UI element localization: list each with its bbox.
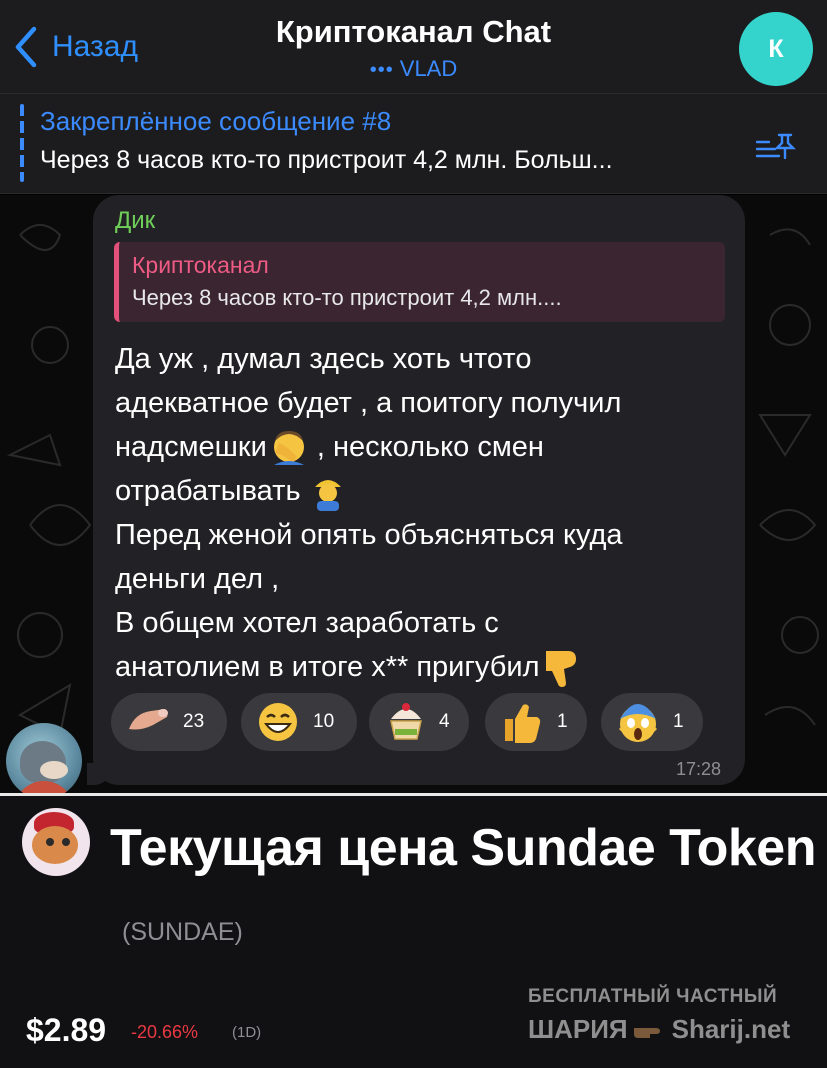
reply-author: Криптоканал: [132, 252, 269, 278]
logo-face: [32, 826, 78, 864]
message-text: Да уж , думал здесь хоть чтото адекватно…: [115, 337, 725, 689]
message-line: адекватное будет , а поитогу получил: [115, 387, 622, 419]
pinned-list-icon[interactable]: [755, 132, 797, 162]
message-line: отрабатывать: [115, 469, 725, 513]
message-bubble[interactable]: Дик Криптоканал Через 8 часов кто-то при…: [87, 195, 745, 785]
message-line: надсмешки , несколько смен: [115, 425, 725, 469]
token-ticker: (SUNDAE): [122, 918, 243, 946]
watermark-line1: БЕСПЛАТНЫЙ ЧАСТНЫЙ: [528, 986, 778, 1007]
pinned-title: Закреплённое сообщение #8: [40, 106, 392, 136]
logo-eye: [46, 838, 54, 846]
avatar-wolf-shirt: [14, 781, 74, 793]
thumbs-down-emoji-icon: [545, 651, 576, 688]
bubble-tail: [87, 763, 109, 785]
price-change: -20.66%: [131, 1022, 199, 1042]
message-line-part: надсмешки: [115, 431, 267, 463]
reaction-count: 1: [673, 711, 684, 732]
reaction-count: 10: [313, 711, 335, 732]
avatar-letter: К: [768, 34, 784, 63]
message-line: Да уж , думал здесь хоть чтото: [115, 343, 532, 375]
chat-avatar[interactable]: К: [739, 12, 813, 86]
chat-header: Назад Криптоканал Chat ••• VLAD К: [0, 0, 827, 94]
message-line-part: , несколько смен: [308, 431, 544, 463]
token-price-panel: Текущая цена Sundae Token (SUNDAE) $2.89…: [0, 796, 827, 1068]
reaction-chip[interactable]: 1: [601, 693, 703, 751]
message-line: Перед женой опять объясняться куда: [115, 519, 623, 551]
finger-emoji-icon: [129, 709, 168, 730]
chevron-left-icon: [15, 26, 37, 68]
message-line-part: анатолием в итоге х** пригубил: [115, 651, 540, 683]
reaction-chip[interactable]: 1: [485, 693, 587, 751]
reaction-chip[interactable]: 4: [369, 693, 469, 751]
ice-cream-sundae-emoji-icon: [390, 703, 422, 740]
facepalm-emoji-icon: [273, 431, 304, 466]
watermark-name: ШАРИЯ: [528, 1014, 628, 1044]
message-sender-name[interactable]: Дик: [115, 207, 155, 235]
price-title: Текущая цена Sundae Token: [110, 819, 816, 877]
sender-avatar[interactable]: [6, 723, 82, 793]
reply-quote[interactable]: Криптоканал Через 8 часов кто-то пристро…: [114, 242, 725, 322]
price-period: (1D): [232, 1024, 262, 1041]
avatar-wolf-snout: [40, 761, 68, 779]
message-line: анатолием в итоге х** пригубил: [115, 645, 725, 689]
reaction-count: 1: [557, 711, 568, 732]
reaction-count: 4: [439, 711, 450, 732]
grinning-face-emoji-icon: [259, 703, 297, 741]
reaction-chip[interactable]: 23: [111, 693, 227, 751]
watermark-site: Sharij.net: [671, 1014, 791, 1044]
pointing-hand-icon: [633, 1027, 660, 1038]
pinned-text: Через 8 часов кто-то пристроит 4,2 млн. …: [40, 146, 613, 174]
message-time: 17:28: [675, 759, 721, 779]
pinned-message-bar[interactable]: Закреплённое сообщение #8 Через 8 часов …: [0, 94, 827, 194]
message-line: деньги дел ,: [115, 563, 280, 595]
chat-area[interactable]: Дик Криптоканал Через 8 часов кто-то при…: [0, 195, 827, 793]
thumbs-up-emoji-icon: [505, 704, 541, 743]
sundae-token-logo: [22, 808, 90, 876]
reaction-chip[interactable]: 10: [241, 693, 357, 751]
logo-eye: [62, 838, 70, 846]
message-line: В общем хотел заработать с: [115, 607, 499, 639]
typing-dots-icon: •••: [369, 59, 394, 81]
reaction-count: 23: [183, 711, 205, 732]
pinned-indicator: [20, 104, 24, 182]
watermark-line2: ШАРИЯ Sharij.net: [528, 1014, 790, 1045]
reply-text: Через 8 часов кто-то пристроит 4,2 млн..…: [132, 285, 562, 310]
construction-worker-emoji-icon: [314, 480, 341, 512]
typing-user: VLAD: [399, 56, 458, 81]
back-label: Назад: [52, 30, 138, 63]
token-price: $2.89: [26, 1012, 107, 1048]
back-button[interactable]: Назад: [12, 22, 138, 72]
screaming-face-emoji-icon: [619, 704, 657, 742]
message-line-part: отрабатывать: [115, 475, 301, 507]
